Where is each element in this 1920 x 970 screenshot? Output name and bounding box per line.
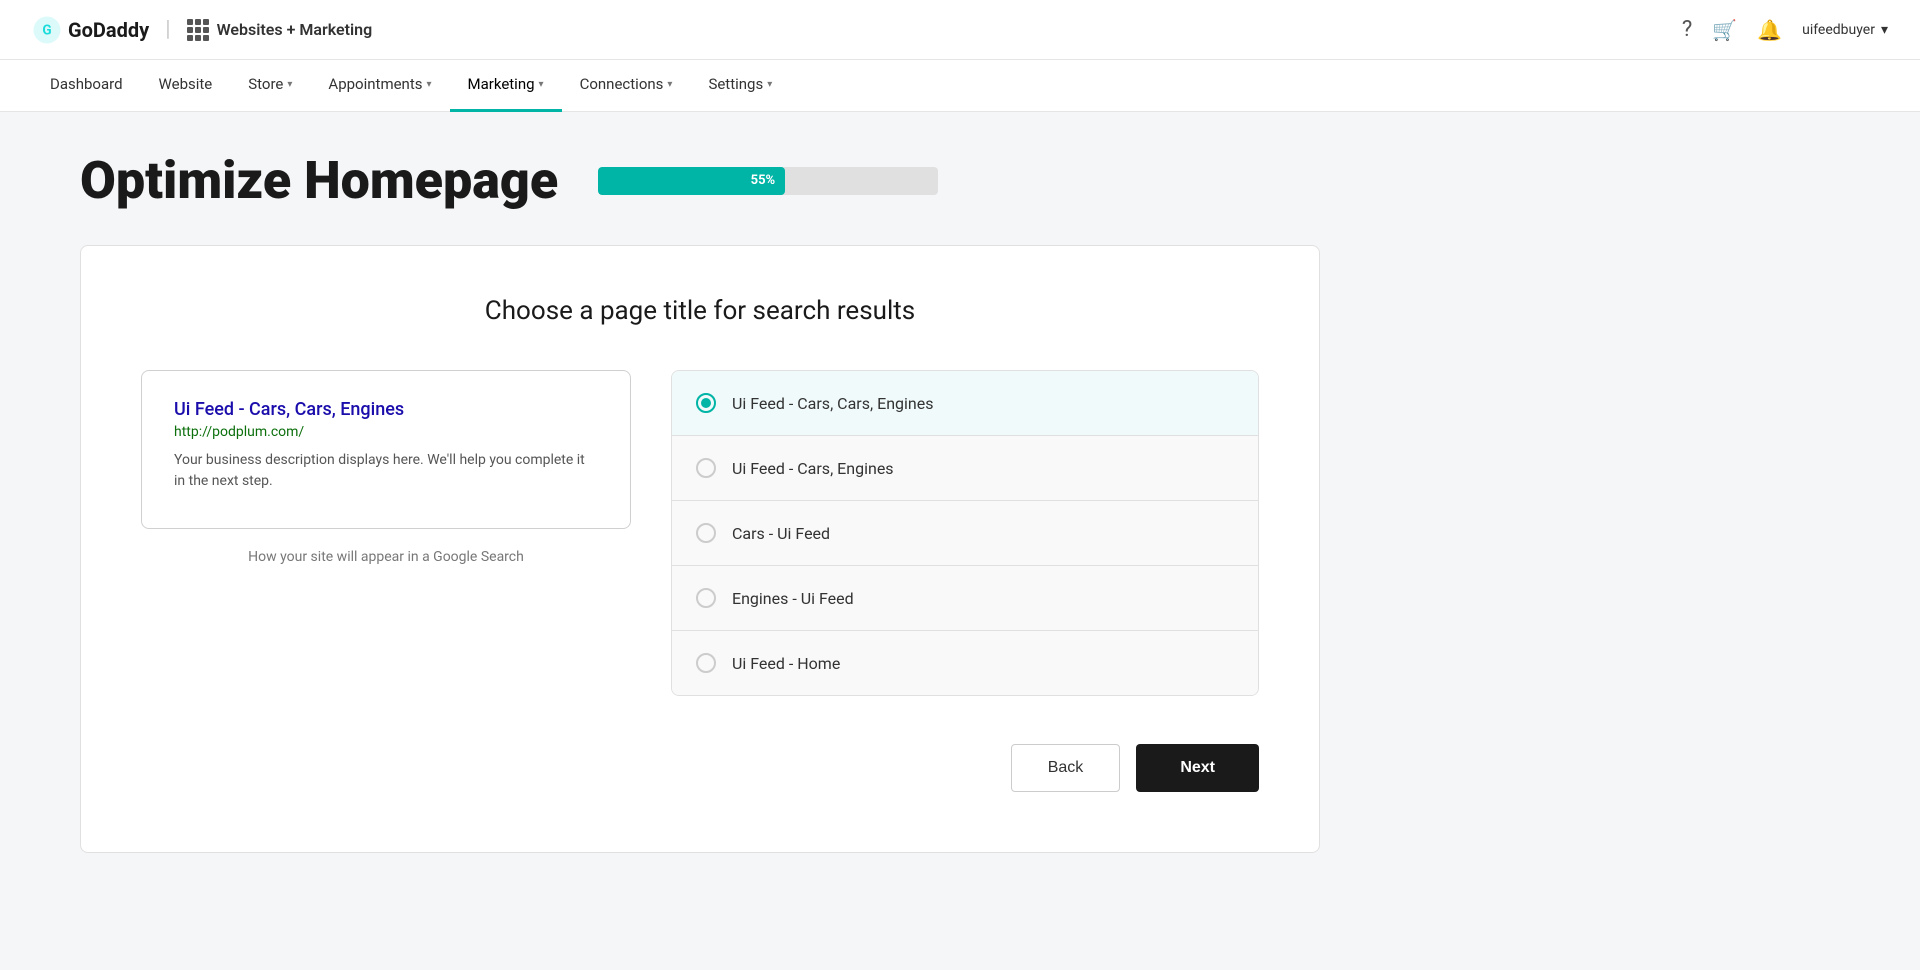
radio-label-3: Engines - Ui Feed [732,589,854,608]
username-label: uifeedbuyer [1802,22,1875,38]
radio-label-2: Cars - Ui Feed [732,524,830,543]
top-bar: G GoDaddy | Websites + Marketing ? 🛒 🔔 u… [0,0,1920,60]
marketing-chevron-icon: ▾ [539,79,544,90]
progress-bar-fill: 55% [598,167,785,195]
nav-store[interactable]: Store ▾ [230,60,310,112]
radio-circle-3 [696,588,716,608]
radio-circle-4 [696,653,716,673]
radio-circle-1 [696,458,716,478]
nav-website[interactable]: Website [141,60,231,112]
progress-bar-background: 55% [598,167,938,195]
nav-dashboard[interactable]: Dashboard [32,60,141,112]
radio-option-0[interactable]: Ui Feed - Cars, Cars, Engines [672,371,1258,436]
cart-icon[interactable]: 🛒 [1712,18,1737,42]
connections-chevron-icon: ▾ [667,79,672,90]
page-title: Optimize Homepage [80,152,558,209]
main-content: Optimize Homepage 55% Choose a page titl… [0,112,1400,893]
nav-settings[interactable]: Settings ▾ [690,60,790,112]
product-name: Websites + Marketing [217,20,373,39]
radio-option-2[interactable]: Cars - Ui Feed [672,501,1258,566]
preview-description: Your business description displays here.… [174,450,598,492]
user-menu[interactable]: uifeedbuyer ▾ [1802,22,1888,38]
card-title: Choose a page title for search results [141,296,1259,326]
radio-circle-0 [696,393,716,413]
radio-dot-0 [701,398,711,408]
top-bar-left: G GoDaddy | Websites + Marketing [32,15,372,45]
progress-container: 55% [598,167,978,195]
svg-text:G: G [42,22,51,38]
nav-appointments[interactable]: Appointments ▾ [310,60,449,112]
store-chevron-icon: ▾ [287,79,292,90]
notification-icon[interactable]: 🔔 [1757,18,1782,42]
nav-bar: Dashboard Website Store ▾ Appointments ▾… [0,60,1920,112]
preview-url: http://podplum.com/ [174,424,598,440]
godaddy-text: GoDaddy [68,18,149,42]
grid-icon[interactable] [187,19,209,41]
radio-option-4[interactable]: Ui Feed - Home [672,631,1258,695]
godaddy-logo-icon: G [32,15,62,45]
radio-label-1: Ui Feed - Cars, Engines [732,459,894,478]
settings-chevron-icon: ▾ [767,79,772,90]
radio-option-1[interactable]: Ui Feed - Cars, Engines [672,436,1258,501]
radio-options-list: Ui Feed - Cars, Cars, Engines Ui Feed - … [671,370,1259,696]
back-button[interactable]: Back [1011,744,1121,792]
user-chevron-icon: ▾ [1881,22,1888,38]
appointments-chevron-icon: ▾ [427,79,432,90]
nav-connections[interactable]: Connections ▾ [562,60,691,112]
page-header: Optimize Homepage 55% [80,152,1320,209]
radio-label-4: Ui Feed - Home [732,654,840,673]
next-button[interactable]: Next [1136,744,1259,792]
google-preview-caption: How your site will appear in a Google Se… [141,549,631,565]
preview-title-link[interactable]: Ui Feed - Cars, Cars, Engines [174,399,598,420]
help-icon[interactable]: ? [1682,17,1692,42]
bottom-actions: Back Next [141,744,1259,792]
content-row: Ui Feed - Cars, Cars, Engines http://pod… [141,370,1259,696]
top-bar-right: ? 🛒 🔔 uifeedbuyer ▾ [1682,17,1888,42]
progress-label: 55% [751,173,776,188]
radio-circle-2 [696,523,716,543]
godaddy-logo[interactable]: G GoDaddy [32,15,149,45]
divider: | [165,17,170,42]
radio-option-3[interactable]: Engines - Ui Feed [672,566,1258,631]
main-card: Choose a page title for search results U… [80,245,1320,853]
radio-label-0: Ui Feed - Cars, Cars, Engines [732,394,933,413]
google-preview-box: Ui Feed - Cars, Cars, Engines http://pod… [141,370,631,529]
google-preview-wrapper: Ui Feed - Cars, Cars, Engines http://pod… [141,370,631,565]
nav-marketing[interactable]: Marketing ▾ [450,60,562,112]
